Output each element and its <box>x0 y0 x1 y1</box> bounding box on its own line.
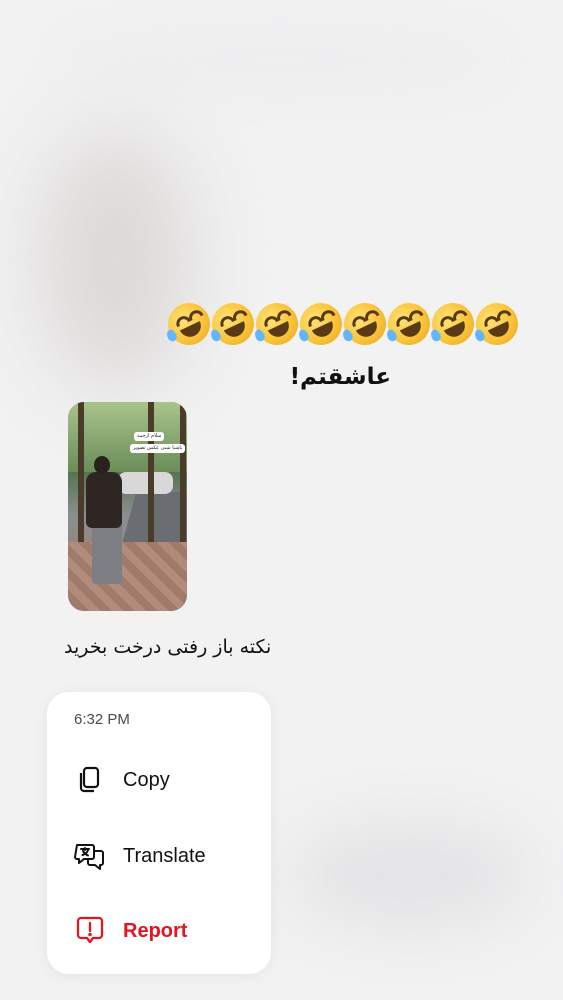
translate-icon <box>74 840 106 872</box>
rofl-emoji-icon <box>381 296 437 352</box>
message-timestamp: 6:32 PM <box>74 711 130 728</box>
emoji-message <box>161 296 525 352</box>
message-text[interactable]: نکته باز رفتی درخت بخرید <box>64 636 271 658</box>
message-text[interactable]: عاشقتم! <box>290 364 391 390</box>
report-icon <box>74 915 106 947</box>
rofl-emoji-icon <box>293 296 349 352</box>
story-sticker-text: سلام ازجمه <box>134 432 165 441</box>
background-blur <box>60 40 500 80</box>
report-button[interactable]: Report <box>74 909 254 953</box>
car-image <box>118 472 173 494</box>
rofl-emoji-icon <box>205 296 261 352</box>
rofl-emoji-icon <box>425 296 481 352</box>
copy-icon <box>74 764 106 796</box>
message-context-menu: 6:32 PM Copy Translate Report <box>47 692 271 974</box>
background-blur <box>40 130 190 390</box>
rofl-emoji-icon <box>249 296 305 352</box>
translate-label: Translate <box>123 844 206 867</box>
background-blur <box>290 820 530 930</box>
translate-button[interactable]: Translate <box>74 834 254 878</box>
copy-label: Copy <box>123 768 170 791</box>
story-reply-thumbnail[interactable]: سلام ازجمه باشبا شبی عکس تصویر <box>68 402 187 611</box>
report-label: Report <box>123 919 188 942</box>
story-sticker-text: باشبا شبی عکس تصویر <box>130 444 186 453</box>
copy-button[interactable]: Copy <box>74 758 254 802</box>
rofl-emoji-icon <box>161 296 217 352</box>
rofl-emoji-icon <box>469 296 525 352</box>
rofl-emoji-icon <box>337 296 393 352</box>
